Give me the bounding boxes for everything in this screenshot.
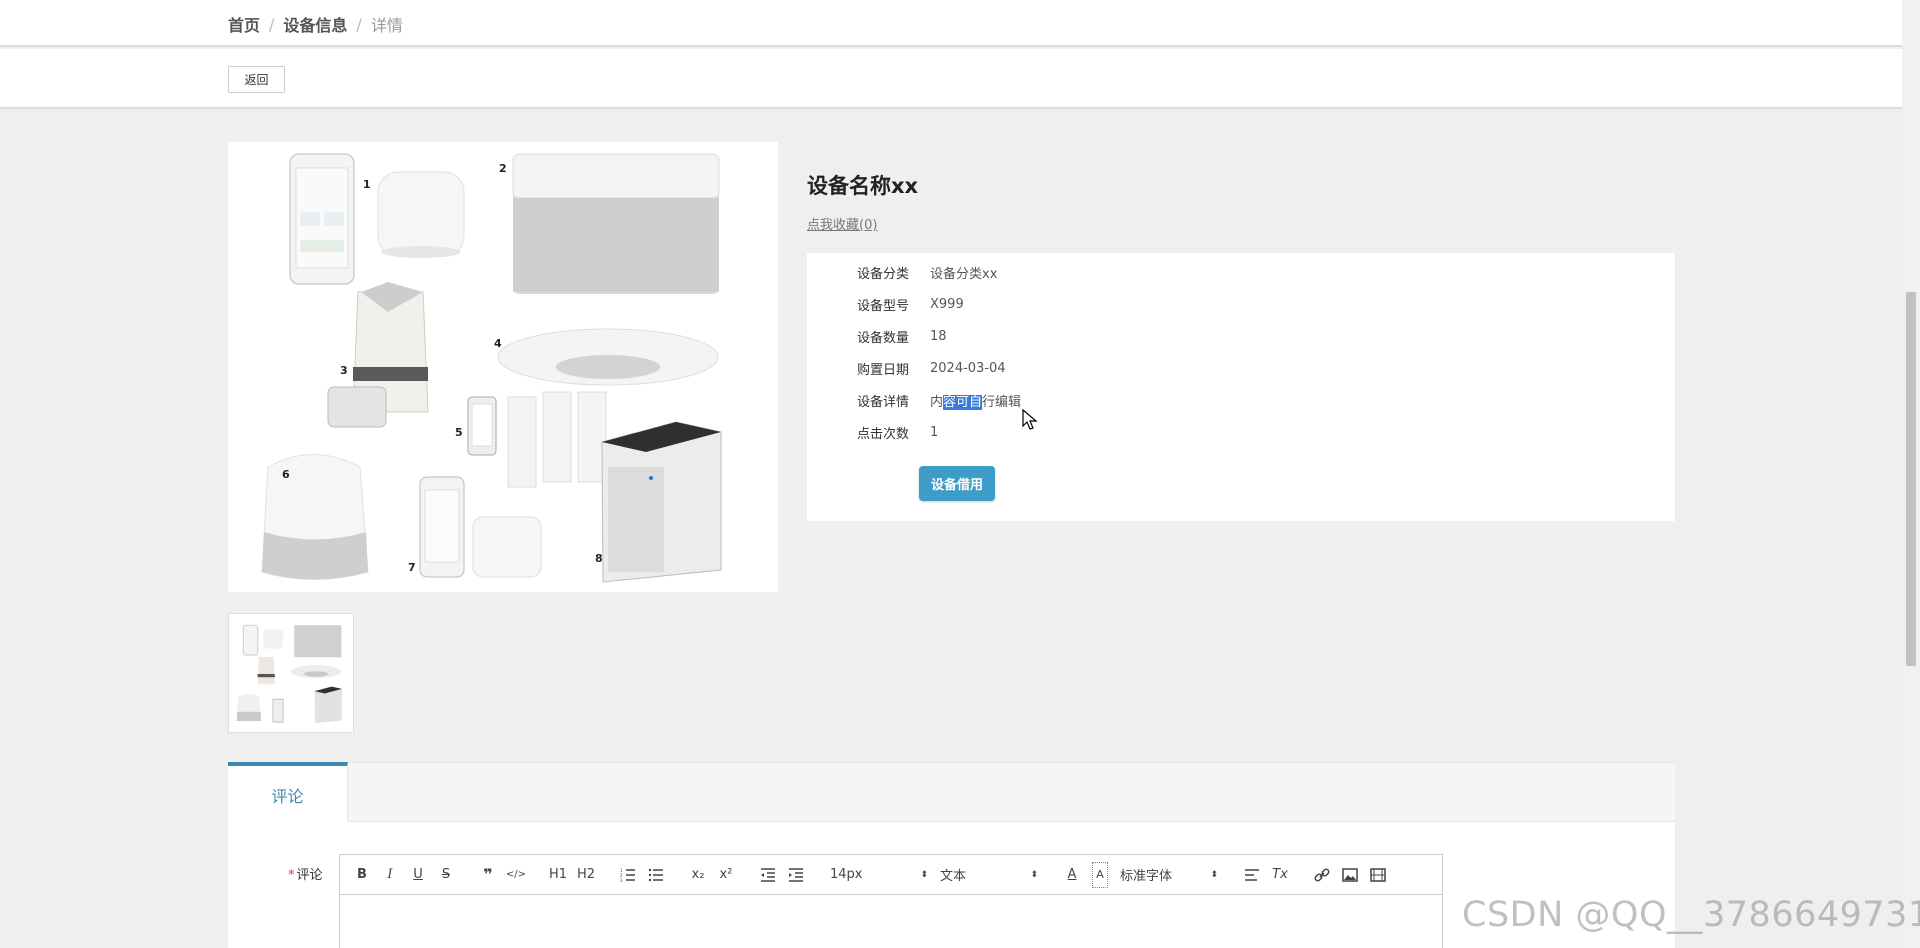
blockquote-button[interactable]: ❞ <box>474 863 502 887</box>
thumbnail-image <box>229 622 353 726</box>
font-size-value: 14px <box>830 867 863 882</box>
comment-label: * 评论 <box>288 864 323 883</box>
photo-label-7: 7 <box>408 561 416 574</box>
top-bar: 首页 / 设备信息 / 详情 <box>0 0 1902 47</box>
text-type-value: 文本 <box>940 869 967 884</box>
photo-label-2: 2 <box>499 162 507 175</box>
field-label: 设备详情 <box>856 394 909 410</box>
subscript-button[interactable]: x₂ <box>684 863 712 887</box>
outdent-button[interactable] <box>754 863 782 887</box>
field-value: 2024-03-04 <box>930 360 1006 376</box>
info-row-details: 设备详情 内容可自行编辑 <box>807 390 1021 410</box>
align-left-icon <box>1245 868 1259 881</box>
breadcrumb-current: 详情 <box>370 16 403 35</box>
watermark: CSDN @QQ__3786649731 <box>1462 895 1920 935</box>
link-icon <box>1314 868 1330 881</box>
bullet-list-button[interactable] <box>642 863 670 887</box>
font-family-value: 标准字体 <box>1120 869 1173 884</box>
outdent-icon <box>761 867 775 882</box>
select-arrow-icon: ⬍ <box>1030 869 1038 880</box>
tabs-bar: 评论 <box>228 762 1675 823</box>
underline-button[interactable]: U <box>404 863 432 887</box>
photo-label-1: 1 <box>363 178 371 191</box>
italic-button[interactable]: I <box>376 863 404 887</box>
photo-label-5: 5 <box>455 426 463 439</box>
action-bar: 返回 <box>0 49 1902 109</box>
photo-label-4: 4 <box>494 337 502 350</box>
field-label: 点击次数 <box>856 426 909 442</box>
device-collage-image: 1 2 3 4 5 6 7 8 <box>228 142 778 592</box>
svg-text:3: 3 <box>620 878 623 882</box>
bold-button[interactable]: B <box>348 863 376 887</box>
comment-section: * 评论 B I U S ❞ </> H1 H2 123 x₂ x² 14px … <box>228 822 1675 948</box>
video-icon <box>1370 867 1386 882</box>
comment-label-text: 评论 <box>296 868 323 883</box>
align-button[interactable] <box>1238 863 1266 887</box>
required-mark: * <box>288 868 295 883</box>
heading-2-button[interactable]: H2 <box>572 863 600 887</box>
breadcrumb-device-info[interactable]: 设备信息 <box>283 12 347 36</box>
info-row-clicks: 点击次数 1 <box>807 422 938 442</box>
mouse-cursor-icon <box>1022 409 1038 430</box>
rich-text-editor: B I U S ❞ </> H1 H2 123 x₂ x² 14px ⬍ 文本 … <box>339 854 1443 948</box>
clear-format-button[interactable]: Tx <box>1266 863 1294 887</box>
field-value: 18 <box>930 328 947 344</box>
field-value: 1 <box>930 424 939 440</box>
background-color-button[interactable]: A <box>1092 861 1108 888</box>
field-label: 购置日期 <box>856 362 909 378</box>
field-label: 设备型号 <box>856 298 909 314</box>
details-text-pre: 内 <box>930 394 944 410</box>
field-value: 内容可自行编辑 <box>930 391 1021 410</box>
breadcrumb-separator: / <box>269 14 275 34</box>
favorite-link[interactable]: 点我收藏(0) <box>807 214 877 233</box>
photo-label-3: 3 <box>340 364 348 377</box>
indent-button[interactable] <box>782 863 810 887</box>
tab-comments[interactable]: 评论 <box>228 762 348 823</box>
device-name: 设备名称xx <box>807 174 919 198</box>
superscript-button[interactable]: x² <box>712 863 740 887</box>
select-arrow-icon: ⬍ <box>1210 869 1218 880</box>
font-family-select[interactable]: 标准字体 ⬍ <box>1114 863 1224 887</box>
field-label: 设备分类 <box>856 266 909 282</box>
breadcrumb: 首页 / 设备信息 / 详情 <box>228 12 403 36</box>
field-value: 设备分类xx <box>930 266 998 282</box>
back-button[interactable]: 返回 <box>228 66 285 93</box>
link-button[interactable] <box>1308 863 1336 887</box>
editor-content-area[interactable] <box>340 895 1442 948</box>
heading-1-button[interactable]: H1 <box>544 863 572 887</box>
font-size-select[interactable]: 14px ⬍ <box>824 863 934 887</box>
page-scrollbar[interactable] <box>1902 0 1920 948</box>
field-label: 设备数量 <box>856 330 909 346</box>
photo-label-8: 8 <box>595 552 603 565</box>
image-icon <box>1342 867 1358 882</box>
text-type-select[interactable]: 文本 ⬍ <box>934 863 1044 887</box>
strikethrough-button[interactable]: S <box>432 863 460 887</box>
indent-icon <box>789 867 803 882</box>
breadcrumb-home[interactable]: 首页 <box>228 12 260 36</box>
details-text-post: 行编辑 <box>982 394 1022 410</box>
ordered-list-icon: 123 <box>620 868 635 882</box>
select-arrow-icon: ⬍ <box>920 869 928 880</box>
scrollbar-thumb[interactable] <box>1906 292 1916 666</box>
bullet-list-icon <box>648 868 663 881</box>
photo-label-6: 6 <box>282 468 290 481</box>
info-row-category: 设备分类 设备分类xx <box>807 262 997 282</box>
editor-toolbar: B I U S ❞ </> H1 H2 123 x₂ x² 14px ⬍ 文本 … <box>340 855 1442 895</box>
image-thumbnail[interactable] <box>228 613 354 733</box>
breadcrumb-separator: / <box>356 14 362 34</box>
video-button[interactable] <box>1364 863 1392 887</box>
text-color-button[interactable]: A <box>1058 863 1086 887</box>
image-button[interactable] <box>1336 863 1364 887</box>
info-row-purchase-date: 购置日期 2024-03-04 <box>807 358 1006 378</box>
borrow-device-button[interactable]: 设备借用 <box>919 466 995 501</box>
field-value: X999 <box>930 296 964 312</box>
details-text-selected: 容可自 <box>943 394 983 410</box>
device-main-image: 1 2 3 4 5 6 7 8 <box>228 142 778 592</box>
ordered-list-button[interactable]: 123 <box>614 863 642 887</box>
code-block-button[interactable]: </> <box>502 863 530 887</box>
info-row-quantity: 设备数量 18 <box>807 326 947 346</box>
info-row-model: 设备型号 X999 <box>807 294 964 314</box>
